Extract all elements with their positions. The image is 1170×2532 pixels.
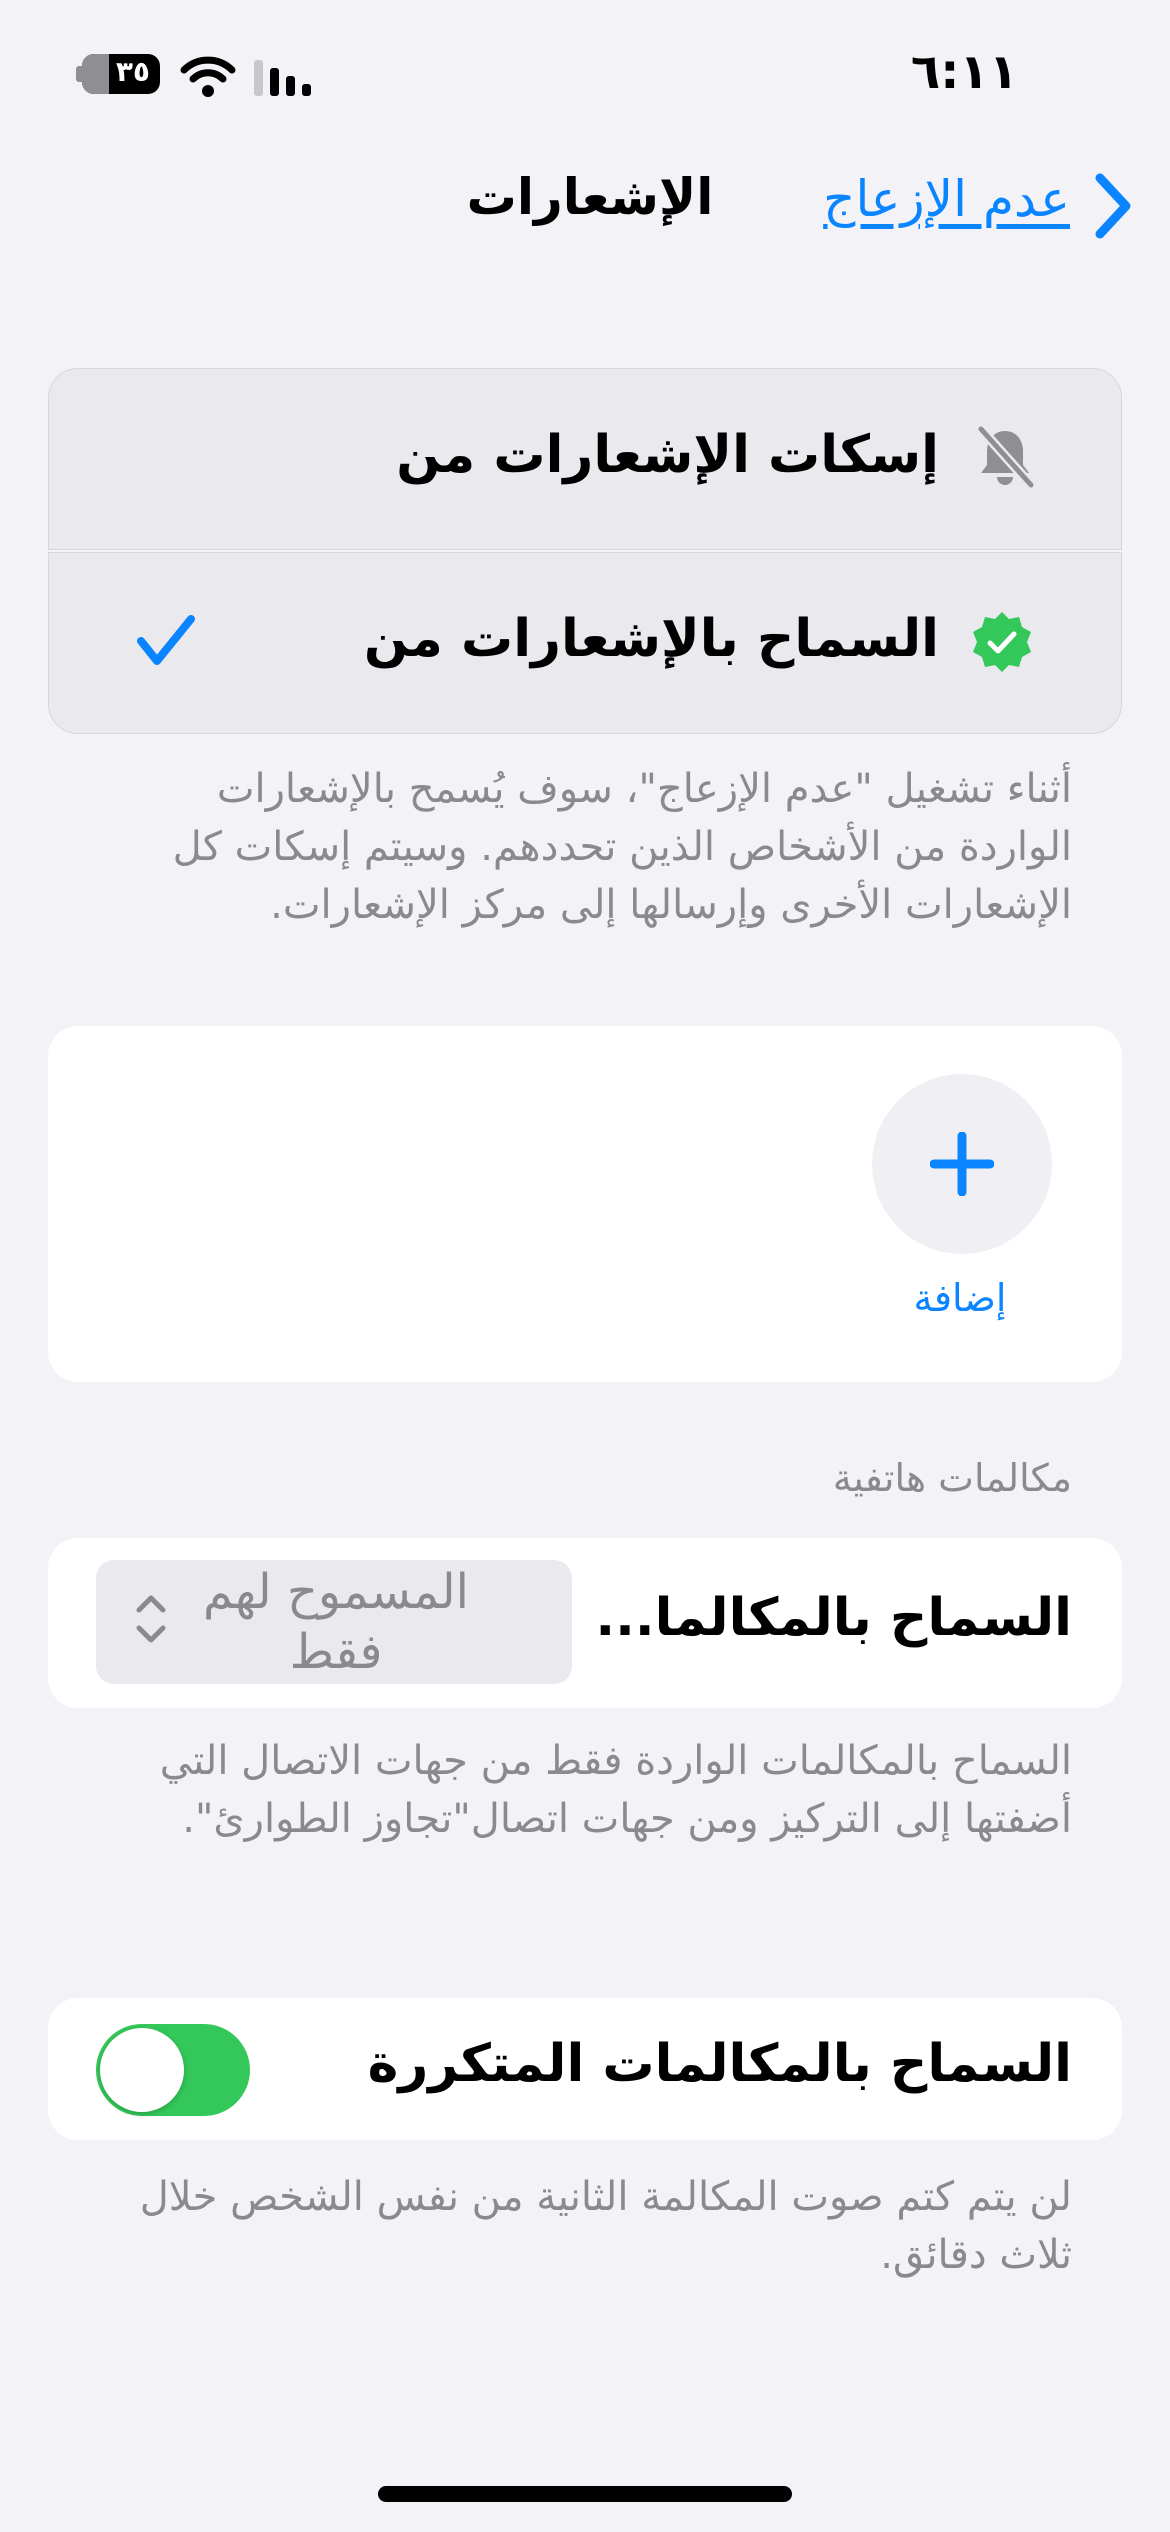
allow-notifications-label: السماح بالإشعارات من <box>363 609 939 669</box>
battery-icon: ٣٥ <box>82 54 160 94</box>
add-person-label[interactable]: إضافة <box>910 1276 1010 1320</box>
allow-calls-popup[interactable]: المسموح لهم فقط <box>96 1560 572 1684</box>
home-indicator[interactable] <box>378 2486 792 2502</box>
verified-badge-icon <box>973 612 1031 672</box>
bell-slash-icon <box>976 425 1035 489</box>
status-time: ٦:١١ <box>910 44 1018 100</box>
allow-calls-label: السماح بالمكالما... <box>595 1588 1072 1648</box>
page-title: الإشعارات <box>466 168 714 226</box>
silence-notifications-option[interactable]: إسكات الإشعارات من <box>48 368 1122 550</box>
battery-fill <box>82 54 110 94</box>
checkmark-icon <box>137 615 195 665</box>
allow-notifications-option[interactable]: السماح بالإشعارات من <box>48 552 1122 734</box>
allow-calls-footer: السماح بالمكالمات الواردة فقط من جهات ال… <box>159 1738 1072 1842</box>
options-footer: أثناء تشغيل "عدم الإزعاج"، سوف يُسمح بال… <box>172 766 1072 928</box>
add-person-button[interactable] <box>872 1074 1052 1254</box>
toggle-knob <box>100 2028 184 2112</box>
silence-notifications-label: إسكات الإشعارات من <box>396 425 939 485</box>
repeated-calls-toggle[interactable] <box>96 2024 250 2116</box>
back-chevron-icon[interactable] <box>1092 172 1134 240</box>
wifi-icon <box>180 56 236 97</box>
cellular-signal-icon <box>254 60 311 96</box>
repeated-calls-footer: لن يتم كتم صوت المكالمة الثانية من نفس ا… <box>139 2174 1072 2278</box>
repeated-calls-label: السماح بالمكالمات المتكررة <box>367 2034 1072 2094</box>
allow-calls-value: المسموح لهم فقط <box>202 1564 469 1680</box>
phone-calls-header: مكالمات هاتفية <box>832 1456 1072 1500</box>
plus-icon <box>930 1132 994 1196</box>
back-button[interactable]: عدم الإزعاج <box>823 170 1070 228</box>
chevron-up-down-icon <box>136 1595 166 1643</box>
battery-percent: ٣٥ <box>115 55 150 88</box>
